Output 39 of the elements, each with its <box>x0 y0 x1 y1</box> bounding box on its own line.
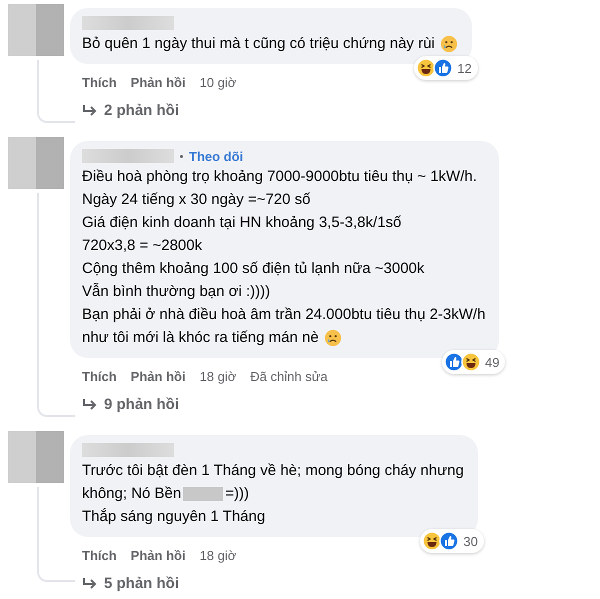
comment-text: Vẫn bình thường bạn ơi :)))) <box>82 282 270 302</box>
separator-dot <box>180 154 183 158</box>
reply-link[interactable]: Phản hồi <box>130 368 186 384</box>
avatar-placeholder <box>8 137 64 189</box>
comment-text: =))) <box>225 484 249 504</box>
comment-text: Ngày 24 tiếng x 30 ngày =~720 số <box>82 190 311 210</box>
timestamp: 10 giờ <box>200 74 236 90</box>
reply-arrow-icon <box>82 576 98 590</box>
thread-line <box>37 60 75 123</box>
view-replies-link[interactable]: 5 phản hồi <box>82 575 179 592</box>
follow-link[interactable]: Theo dõi <box>189 148 244 164</box>
reactions-pill[interactable]: 30 <box>420 529 484 553</box>
avatar-placeholder <box>8 4 64 56</box>
like-link[interactable]: Thích <box>82 74 117 90</box>
comment-text: Bạn phải ở nhà điều hoà âm trần 24.000btu tiêu thụ 2-3kW/h <box>82 305 486 325</box>
comment-text: Điều hoà phòng trọ khoảng 7000-9000btu tiêu thụ ~ 1kW/h. <box>82 167 477 187</box>
view-replies-link[interactable]: 2 phản hồi <box>82 102 179 119</box>
comment-text: Cộng thêm khoảng 100 số điện tủ lạnh nữa ~3000k <box>82 259 424 279</box>
like-link[interactable]: Thích <box>82 368 117 384</box>
comment-text: không; Nó Bền <box>82 484 182 504</box>
timestamp: 18 giờ <box>200 368 236 384</box>
comment-text: như tôi mới là khóc ra tiếng mán nè <box>82 328 319 348</box>
reply-link[interactable]: Phản hồi <box>130 74 186 90</box>
comment-text: Giá điện kinh doanh tại HN khoảng 3,5-3,8k/1số <box>82 213 402 233</box>
comment-text: 720x3,8 = ~2800k <box>82 236 202 256</box>
comment-text: Bỏ quên 1 ngày thui mà t cũng có triệu chứng này rùi <box>82 34 435 54</box>
reactions-pill[interactable]: 49 <box>442 350 506 374</box>
timestamp: 18 giờ <box>200 548 236 562</box>
like-link[interactable]: Thích <box>82 548 117 562</box>
comment-text: Trước tôi bật đèn 1 Tháng về hè; mong bóng cháy nhưng <box>82 461 464 481</box>
reply-link[interactable]: Phản hồi <box>130 548 186 562</box>
blurred-text <box>183 486 224 500</box>
view-replies-link[interactable]: 9 phản hồi <box>82 396 179 413</box>
comment-text: Thắp sáng nguyên 1 Tháng <box>82 507 266 527</box>
reply-arrow-icon <box>82 398 98 412</box>
reply-arrow-icon <box>82 104 98 118</box>
reactions-pill[interactable]: 12 <box>414 56 478 80</box>
edited-label: Đã chỉnh sửa <box>250 368 328 384</box>
avatar-placeholder <box>8 431 64 483</box>
